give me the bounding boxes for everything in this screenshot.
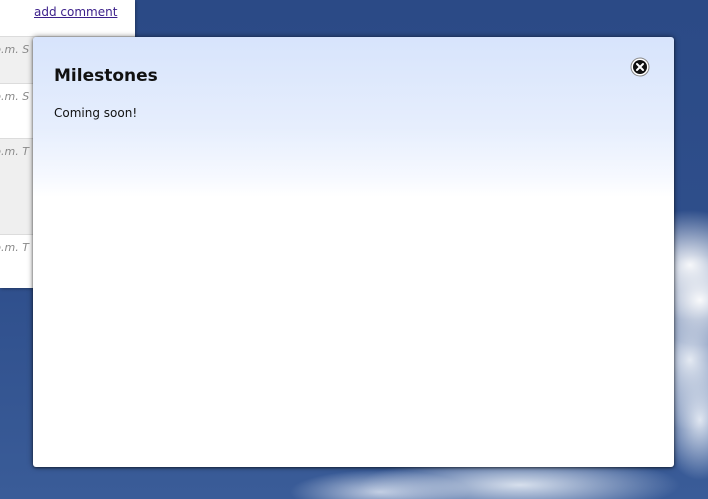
modal-close-button[interactable] [630, 57, 650, 77]
milestones-modal: Milestones Coming soon! [33, 37, 674, 467]
feed-row-timestamp: p.m. S [0, 43, 30, 56]
add-comment-link[interactable]: add comment [34, 5, 117, 19]
feed-row-timestamp: p.m. S [0, 90, 30, 103]
feed-row-timestamp: p.m. T [0, 145, 29, 158]
feed-row-timestamp: p.m. T [0, 241, 29, 254]
modal-body-text: Coming soon! [54, 106, 138, 120]
close-icon [630, 57, 650, 77]
modal-title: Milestones [54, 66, 158, 86]
